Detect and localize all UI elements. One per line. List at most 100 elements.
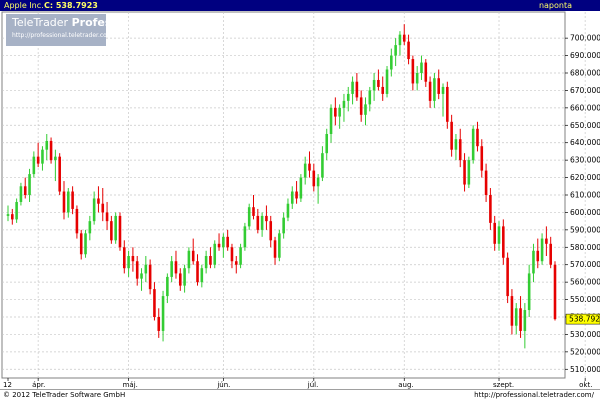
candle-body (446, 86, 449, 122)
candle-body (286, 203, 290, 218)
candle-body (390, 55, 393, 70)
candle-body (480, 146, 484, 171)
candle (114, 212, 117, 244)
candle-body (385, 69, 389, 94)
candle-body (377, 79, 380, 87)
candle-body (290, 191, 294, 204)
candle-body (471, 128, 475, 161)
x-tick-label: ápr. (32, 381, 45, 389)
candle-body (15, 201, 18, 220)
candle-body (402, 34, 406, 42)
candle-body (41, 149, 44, 164)
candle-body (153, 289, 156, 317)
candle-body (312, 170, 316, 187)
candle-body (351, 81, 354, 94)
candle-body (325, 134, 329, 154)
footer-link[interactable]: http://professional.teletrader.com/ (474, 391, 594, 400)
candle-body (502, 226, 505, 258)
candle-body (67, 191, 70, 213)
candlestick-chart[interactable]: 510.0000520.0000530.0000540.0000550.0000… (0, 11, 600, 389)
logo-url: http://professional.teletrader.com/ (12, 32, 115, 39)
candle-body (394, 45, 397, 56)
candle-body (295, 191, 298, 199)
candle-body (49, 140, 53, 161)
candle-body (338, 107, 341, 117)
y-tick-label: 650.0000 (570, 121, 600, 130)
candle-body (411, 59, 415, 84)
candle-body (114, 215, 117, 241)
x-tick-label: 12 (3, 381, 12, 389)
candle-body (497, 226, 501, 244)
candle-body (247, 207, 251, 227)
candle-body (183, 268, 186, 286)
candle-body (346, 93, 350, 101)
candle-body (239, 247, 242, 265)
y-tick-label: 510.0000 (570, 365, 600, 374)
candle-body (316, 177, 320, 187)
candle-body (166, 276, 169, 297)
candle-body (226, 236, 229, 248)
y-tick-label: 630.0000 (570, 156, 600, 165)
logo-name-plain: TeleTrader (12, 16, 69, 29)
y-tick-label: 660.0000 (570, 103, 600, 112)
candle-body (536, 250, 540, 262)
candle-body (484, 170, 488, 195)
y-tick-label: 550.0000 (570, 295, 600, 304)
candle-body (458, 139, 462, 161)
candle-body (493, 222, 496, 244)
candle-body (217, 243, 221, 248)
x-tick-label: aug. (398, 381, 413, 389)
candle-body (265, 215, 268, 222)
candle-body (101, 203, 105, 213)
candle-body (230, 247, 234, 262)
candle (213, 240, 217, 269)
y-tick-label: 680.0000 (570, 69, 600, 78)
x-tick-label: szept. (493, 381, 514, 389)
teletrader-logo: TeleTrader Professional http://professio… (6, 14, 148, 46)
candle-body (157, 317, 161, 331)
candle-body (433, 78, 436, 101)
candle-body (527, 273, 531, 311)
candle-body (407, 41, 410, 60)
candle-body (514, 308, 518, 326)
candle (84, 229, 87, 258)
candle-body (58, 156, 61, 192)
y-tick-label: 530.0000 (570, 330, 600, 339)
candle-body (549, 243, 552, 265)
logo-name: TeleTrader Professional (12, 16, 148, 30)
candle-body (364, 104, 367, 115)
candle (471, 125, 475, 164)
candle-body (252, 207, 255, 216)
candle-body (463, 160, 466, 185)
y-axis: 510.0000520.0000530.0000540.0000550.0000… (565, 34, 600, 374)
candle-body (110, 221, 113, 241)
last-price-label: 538.7923 (569, 315, 600, 324)
candle-body (454, 139, 458, 150)
candle-body (32, 156, 36, 175)
candle-body (489, 195, 492, 223)
candle-body (75, 208, 79, 234)
footer-copyright: © 2012 TeleTrader Software GmbH (3, 391, 126, 399)
candle-body (359, 97, 363, 115)
x-tick-label: okt. (579, 381, 592, 389)
candle (118, 212, 122, 251)
candle-body (92, 198, 96, 222)
y-tick-label: 580.0000 (570, 243, 600, 252)
candle-body (135, 261, 139, 279)
candle-body (174, 261, 178, 274)
candle-body (118, 215, 122, 248)
y-tick-label: 610.0000 (570, 191, 600, 200)
x-axis: 12ápr.máj.jún.júl.aug.szept.okt.nov.dec. (3, 378, 592, 389)
candle (278, 229, 281, 262)
candle-body (71, 191, 74, 209)
candle-body (19, 186, 23, 202)
candle-body (28, 174, 31, 195)
y-tick-label: 590.0000 (570, 225, 600, 234)
candle-body (553, 264, 557, 320)
candle-body (191, 250, 195, 262)
candle-body (140, 273, 143, 279)
candle-body (213, 243, 217, 265)
candle-body (476, 128, 479, 147)
period-label[interactable]: naponta (539, 0, 572, 11)
candle (299, 174, 303, 202)
